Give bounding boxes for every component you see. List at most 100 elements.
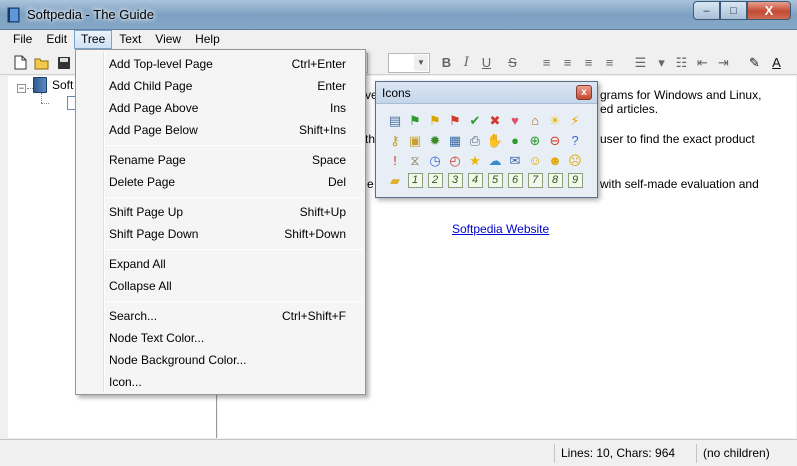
menu-collapse-all[interactable]: Collapse All — [78, 275, 363, 297]
number-6-icon[interactable]: 6 — [505, 170, 525, 190]
printer-icon[interactable]: ⎙ — [465, 130, 485, 150]
strikethrough-icon[interactable]: S — [504, 54, 521, 71]
menu-search[interactable]: Search... Ctrl+Shift+F — [78, 305, 363, 327]
tree-node-root[interactable]: Soft — [52, 78, 73, 92]
indent-icon[interactable]: ⇥ — [715, 54, 732, 71]
menu-file[interactable]: File — [6, 30, 39, 49]
ok-circle-icon[interactable]: ● — [505, 130, 525, 150]
lightbulb-icon[interactable]: ☀ — [545, 110, 565, 130]
menu-shift-page-down[interactable]: Shift Page Down Shift+Down — [78, 223, 363, 245]
align-center-icon[interactable]: ≡ — [559, 54, 576, 71]
alarm-clock-icon[interactable]: ◴ — [445, 150, 465, 170]
smiley-icon[interactable]: ☺ — [525, 150, 545, 170]
menu-tree[interactable]: Tree — [74, 30, 113, 49]
lock-icon[interactable]: ▣ — [405, 130, 425, 150]
tree-connector-vertical — [41, 93, 42, 103]
number-5-icon[interactable]: 5 — [485, 170, 505, 190]
calendar-icon[interactable]: ▦ — [445, 130, 465, 150]
menu-text[interactable]: Text — [112, 30, 148, 49]
menu-item-label: Node Text Color... — [109, 331, 205, 345]
new-file-icon[interactable] — [12, 54, 29, 71]
sad-face-icon[interactable]: ☹ — [565, 150, 585, 170]
thumbs-up-icon[interactable]: ✋ — [485, 130, 505, 150]
number-4-icon[interactable]: 4 — [465, 170, 485, 190]
menu-rename-page[interactable]: Rename Page Space — [78, 149, 363, 171]
hourglass-icon[interactable]: ⧖ — [405, 150, 425, 170]
warning-icon[interactable]: ! — [385, 150, 405, 170]
menu-delete-page[interactable]: Delete Page Del — [78, 171, 363, 193]
folder-icon[interactable]: ▰ — [385, 170, 405, 190]
neutral-face-icon[interactable]: ☻ — [545, 150, 565, 170]
collapse-node-icon[interactable]: − — [17, 84, 26, 93]
menu-view[interactable]: View — [148, 30, 188, 49]
font-size-combo[interactable]: ▼ — [388, 53, 430, 73]
save-disk-icon[interactable] — [55, 54, 72, 71]
home-icon[interactable]: ⌂ — [525, 110, 545, 130]
menu-item-label: Node Background Color... — [109, 353, 247, 367]
clock-icon[interactable]: ◷ — [425, 150, 445, 170]
minus-circle-icon[interactable]: ⊖ — [545, 130, 565, 150]
highlight-pen-icon[interactable]: ✎ — [746, 54, 763, 71]
red-flag-icon[interactable]: ⚑ — [445, 110, 465, 130]
number-9-icon[interactable]: 9 — [565, 170, 585, 190]
open-folder-icon[interactable] — [33, 54, 50, 71]
envelope-icon[interactable]: ✉ — [505, 150, 525, 170]
menu-add-child-page[interactable]: Add Child Page Enter — [78, 75, 363, 97]
close-button[interactable]: X — [747, 1, 791, 20]
star-icon[interactable]: ★ — [465, 150, 485, 170]
menu-node-text-color[interactable]: Node Text Color... — [78, 327, 363, 349]
icons-palette-titlebar[interactable]: Icons x — [376, 82, 597, 104]
menu-add-page-above[interactable]: Add Page Above Ins — [78, 97, 363, 119]
softpedia-website-link[interactable]: Softpedia Website — [452, 222, 549, 236]
bug-icon[interactable]: ✹ — [425, 130, 445, 150]
underline-icon[interactable]: U — [478, 54, 495, 71]
number-3-icon[interactable]: 3 — [445, 170, 465, 190]
heart-icon[interactable]: ♥ — [505, 110, 525, 130]
menu-item-label: Shift Page Down — [109, 227, 199, 241]
menu-expand-all[interactable]: Expand All — [78, 253, 363, 275]
outdent-icon[interactable]: ⇤ — [694, 54, 711, 71]
align-justify-icon[interactable]: ≡ — [601, 54, 618, 71]
lightning-icon[interactable]: ⚡ — [565, 110, 585, 130]
menu-node-background-color[interactable]: Node Background Color... — [78, 349, 363, 371]
cross-icon[interactable]: ✖ — [485, 110, 505, 130]
menu-item-label: Expand All — [109, 257, 166, 271]
plus-circle-icon[interactable]: ⊕ — [525, 130, 545, 150]
key-icon[interactable]: ⚷ — [385, 130, 405, 150]
menu-add-top-level-page[interactable]: Add Top-level Page Ctrl+Enter — [78, 53, 363, 75]
menu-help[interactable]: Help — [188, 30, 227, 49]
numbered-list-icon[interactable]: ☰ — [632, 54, 649, 71]
editor-fragment-left-2: th — [365, 132, 376, 146]
speech-bubble-icon[interactable]: ☁ — [485, 150, 505, 170]
menu-item-label: Add Page Above — [109, 101, 199, 115]
font-color-icon[interactable]: A — [768, 54, 785, 71]
align-right-icon[interactable]: ≡ — [580, 54, 597, 71]
title-bar[interactable]: Softpedia - The Guide – □ X — [0, 0, 797, 30]
menu-item-label: Add Child Page — [109, 79, 193, 93]
number-7-icon[interactable]: 7 — [525, 170, 545, 190]
menu-item-label: Collapse All — [109, 279, 172, 293]
checkmark-icon[interactable]: ✔ — [465, 110, 485, 130]
menu-shift-page-up[interactable]: Shift Page Up Shift+Up — [78, 201, 363, 223]
number-2-icon[interactable]: 2 — [425, 170, 445, 190]
close-icon[interactable]: x — [576, 85, 592, 100]
menu-icon[interactable]: Icon... — [78, 371, 363, 393]
number-8-icon[interactable]: 8 — [545, 170, 565, 190]
bold-icon[interactable]: B — [438, 54, 455, 71]
editor-line-1: grams for Windows and Linux, — [600, 88, 762, 102]
menu-edit[interactable]: Edit — [39, 30, 74, 49]
green-flag-icon[interactable]: ⚑ — [405, 110, 425, 130]
yellow-flag-icon[interactable]: ⚑ — [425, 110, 445, 130]
number-1-icon[interactable]: 1 — [405, 170, 425, 190]
list-dropdown-icon[interactable]: ▾ — [653, 54, 670, 71]
maximize-button[interactable]: □ — [720, 1, 747, 20]
menu-item-shortcut: Shift+Up — [299, 205, 346, 219]
bullet-list-icon[interactable]: ☷ — [673, 54, 690, 71]
app-book-icon — [7, 7, 20, 23]
align-left-icon[interactable]: ≡ — [538, 54, 555, 71]
help-circle-icon[interactable]: ? — [565, 130, 585, 150]
note-icon[interactable]: ▤ — [385, 110, 405, 130]
minimize-button[interactable]: – — [693, 1, 720, 20]
menu-add-page-below[interactable]: Add Page Below Shift+Ins — [78, 119, 363, 141]
italic-icon[interactable]: I — [458, 54, 475, 71]
